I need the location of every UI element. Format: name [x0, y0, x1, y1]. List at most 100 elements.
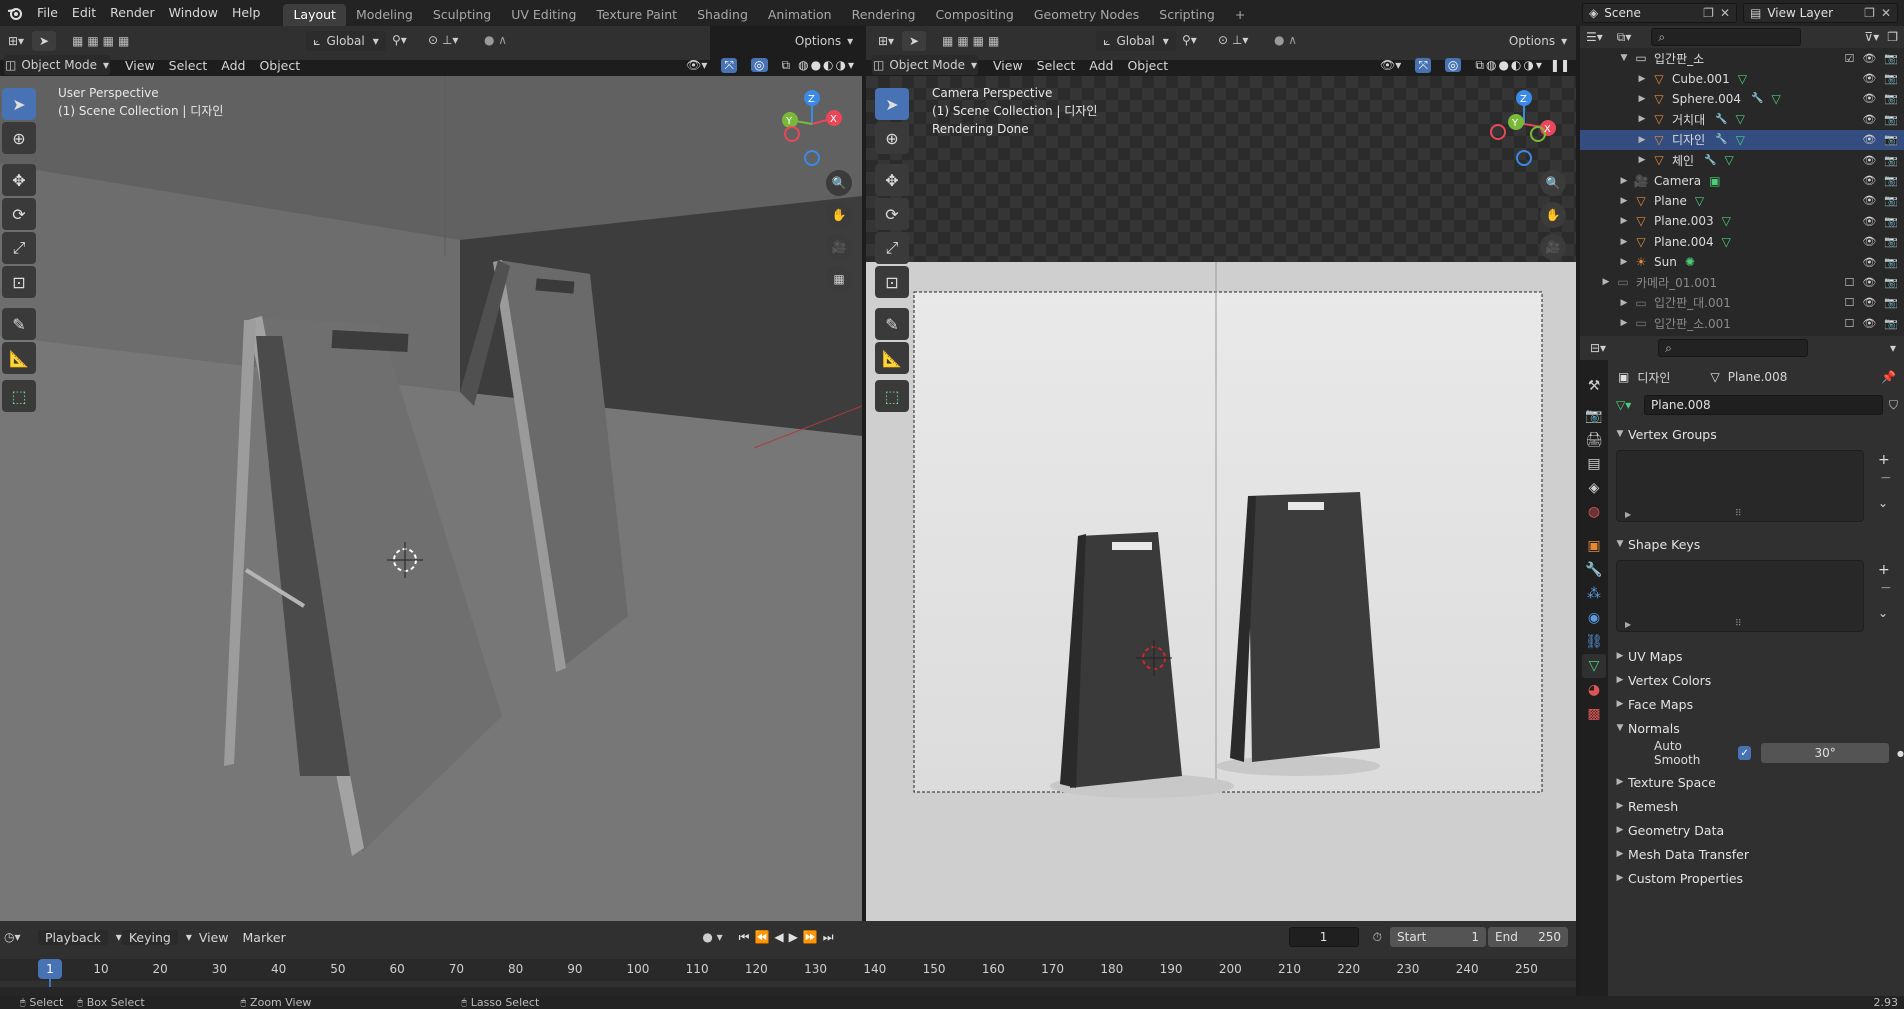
- tab-compositing[interactable]: Compositing: [925, 4, 1023, 26]
- expand-arrow-icon[interactable]: ▶: [1616, 257, 1632, 267]
- visibility-eye-icon[interactable]: 👁: [1862, 92, 1876, 105]
- vertex-group-menu-icon[interactable]: ⌄: [1878, 496, 1888, 510]
- right-snap-icon[interactable]: ⊙ ⊥▾: [1218, 33, 1248, 47]
- outliner-row-sphere-004[interactable]: ▶ ▽ Sphere.004 🔧 ▽ 👁 📷: [1580, 89, 1904, 109]
- right-measure-tool-icon[interactable]: 📐: [875, 342, 909, 374]
- expand-arrow-icon[interactable]: ▶: [1616, 216, 1632, 226]
- right-visibility-icon[interactable]: 👁▾: [1380, 58, 1401, 72]
- right-gizmo-toggle-icon[interactable]: ⤧: [1415, 57, 1431, 73]
- playhead[interactable]: 1: [38, 959, 62, 979]
- view-layer-selector[interactable]: ▤ View Layer ❐ ✕: [1743, 3, 1898, 23]
- menu-help[interactable]: Help: [225, 0, 268, 26]
- timeline-scrollbar[interactable]: [0, 987, 1576, 996]
- timeline-ruler[interactable]: 10 20 30 40 50 60 70 80 90 100 110 120 130 140 150 160 1…: [0, 959, 1576, 993]
- render-camera-icon[interactable]: 📷: [1884, 154, 1898, 167]
- preview-range-icon[interactable]: ⏱: [1373, 930, 1382, 945]
- proportional-edit-icon[interactable]: ● ∧: [484, 33, 507, 47]
- menu-edit[interactable]: Edit: [65, 0, 103, 26]
- visibility-eye-icon[interactable]: 👁: [1862, 317, 1876, 330]
- mesh-data-icon[interactable]: ▽: [1738, 72, 1747, 86]
- right-viewport-menu-select[interactable]: Select: [1030, 58, 1083, 73]
- outliner-row-[interactable]: ▶ ▽ 거치대 🔧 ▽ 👁 📷: [1580, 109, 1904, 129]
- transform-orientation-dropdown[interactable]: ⟀ Global ▾: [306, 31, 386, 51]
- visibility-eye-icon[interactable]: 👁: [1862, 276, 1876, 289]
- right-shading-modes-icon[interactable]: ⧉◍●◐◑▾: [1475, 58, 1543, 73]
- expand-arrow-icon[interactable]: ▶: [1616, 318, 1632, 328]
- mesh-data-icon[interactable]: ▽: [1736, 133, 1745, 147]
- end-frame-field[interactable]: End 250: [1488, 927, 1568, 947]
- expand-arrow-icon[interactable]: ▶: [1616, 237, 1632, 247]
- normals-panel-header[interactable]: ▼ Normals: [1608, 716, 1904, 740]
- pivot-icon[interactable]: ⚲▾: [392, 33, 407, 47]
- right-editor-type-icon[interactable]: ⊞▾: [870, 34, 902, 48]
- shape-keys-panel-header[interactable]: ▼ Shape Keys: [1608, 532, 1904, 556]
- outliner-row-[interactable]: ▶ ▽ 디자인 🔧 ▽ 👁 📷: [1580, 129, 1904, 150]
- remove-vertex-group-icon[interactable]: −: [1880, 470, 1892, 486]
- constraints-tab-icon[interactable]: ⛓: [1582, 630, 1606, 654]
- uv-maps-panel-header[interactable]: ▶ UV Maps: [1608, 644, 1904, 668]
- texture-space-panel-header[interactable]: ▶ Texture Space: [1608, 770, 1904, 794]
- expand-arrow-icon[interactable]: ▶: [1616, 196, 1632, 206]
- right-navigation-gizmo[interactable]: Z X Y: [1488, 88, 1558, 168]
- outliner-row-[interactable]: ▼ ▭ 입간판_소 ☑ 👁 📷: [1580, 48, 1904, 68]
- fake-user-shield-icon[interactable]: ⛉: [1889, 398, 1898, 413]
- output-tab-icon[interactable]: 🖨: [1582, 428, 1606, 452]
- add-cube-tool-icon[interactable]: ⬚: [2, 380, 36, 412]
- mesh-data-icon[interactable]: ▽: [1771, 92, 1780, 106]
- modifier-wrench-icon[interactable]: 🔧: [1715, 114, 1727, 125]
- outliner-row-plane[interactable]: ▶ ▽ Plane ▽ 👁 📷: [1580, 191, 1904, 211]
- left-viewport-menu-object[interactable]: Object: [252, 58, 307, 73]
- visibility-eye-icon[interactable]: 👁: [1862, 52, 1876, 65]
- geometry-data-panel-header[interactable]: ▶ Geometry Data: [1608, 818, 1904, 842]
- start-frame-field[interactable]: Start 1: [1390, 927, 1486, 947]
- scene-tab-icon[interactable]: ◈: [1582, 476, 1606, 500]
- render-camera-icon[interactable]: 📷: [1884, 194, 1898, 207]
- left-viewport-menu-select[interactable]: Select: [162, 58, 215, 73]
- modifier-wrench-icon[interactable]: 🔧: [1715, 134, 1727, 145]
- left-viewport[interactable]: User Perspective (1) Scene Collection | …: [0, 76, 862, 921]
- expand-arrow-icon[interactable]: ▶: [1616, 176, 1632, 186]
- right-viewport-menu-add[interactable]: Add: [1082, 58, 1120, 73]
- modifier-wrench-icon[interactable]: 🔧: [1751, 93, 1763, 104]
- exclude-checkbox-icon[interactable]: ☑: [1844, 52, 1854, 65]
- measure-tool-icon[interactable]: 📐: [2, 342, 36, 374]
- annotate-tool-icon[interactable]: ✎: [2, 308, 36, 340]
- tool-tab-icon[interactable]: ⚒: [1582, 374, 1606, 398]
- new-view-layer-icon[interactable]: ❐: [1864, 6, 1875, 20]
- tab-layout[interactable]: Layout: [283, 4, 346, 26]
- right-cursor-tool-icon[interactable]: ⊕: [875, 122, 909, 154]
- expand-arrow-icon[interactable]: ▶: [1634, 114, 1650, 124]
- visibility-eye-icon[interactable]: 👁: [1862, 113, 1876, 126]
- tab-sculpting[interactable]: Sculpting: [423, 4, 501, 26]
- timeline-menu-view[interactable]: View: [192, 930, 236, 945]
- outliner-search-input[interactable]: ⌕: [1651, 28, 1802, 46]
- shape-keys-list[interactable]: ▶ ⠿: [1616, 560, 1864, 632]
- left-viewport-menu-add[interactable]: Add: [214, 58, 252, 73]
- right-pivot-icon[interactable]: ⚲▾: [1182, 33, 1197, 47]
- vertex-groups-list[interactable]: ▶ ⠿: [1616, 450, 1864, 522]
- right-select-tool-icon[interactable]: ➤: [902, 31, 926, 51]
- filter-icon[interactable]: ⊽▾: [1864, 30, 1879, 44]
- mesh-data-transfer-panel-header[interactable]: ▶ Mesh Data Transfer: [1608, 842, 1904, 866]
- tab-geometry-nodes[interactable]: Geometry Nodes: [1024, 4, 1149, 26]
- render-camera-icon[interactable]: 📷: [1884, 92, 1898, 105]
- right-viewport-menu-view[interactable]: View: [986, 58, 1030, 73]
- viewport-divider[interactable]: [862, 26, 866, 921]
- shape-list-grip-icon[interactable]: ⠿: [1735, 619, 1742, 629]
- outliner-row-plane-004[interactable]: ▶ ▽ Plane.004 ▽ 👁 📷: [1580, 232, 1904, 252]
- render-camera-icon[interactable]: 📷: [1884, 72, 1898, 85]
- render-camera-icon[interactable]: 📷: [1884, 296, 1898, 309]
- mesh-data-icon[interactable]: ▽: [1736, 112, 1745, 126]
- render-camera-icon[interactable]: 📷: [1884, 215, 1898, 228]
- left-viewport-menu-view[interactable]: View: [118, 58, 162, 73]
- modifier-tab-icon[interactable]: 🔧: [1582, 558, 1606, 582]
- render-camera-icon[interactable]: 📷: [1884, 133, 1898, 146]
- record-icon[interactable]: ● ▾: [702, 930, 722, 944]
- right-rotate-tool-icon[interactable]: ⟳: [875, 198, 909, 230]
- exclude-checkbox-icon[interactable]: ☐: [1844, 296, 1854, 309]
- right-select-box-tool-icon[interactable]: ➤: [875, 88, 909, 120]
- vertex-colors-panel-header[interactable]: ▶ Vertex Colors: [1608, 668, 1904, 692]
- light-data-icon[interactable]: ✺: [1685, 255, 1695, 269]
- menu-window[interactable]: Window: [162, 0, 225, 26]
- mode-dropdown[interactable]: ◫ Object Mode ▾: [4, 55, 110, 75]
